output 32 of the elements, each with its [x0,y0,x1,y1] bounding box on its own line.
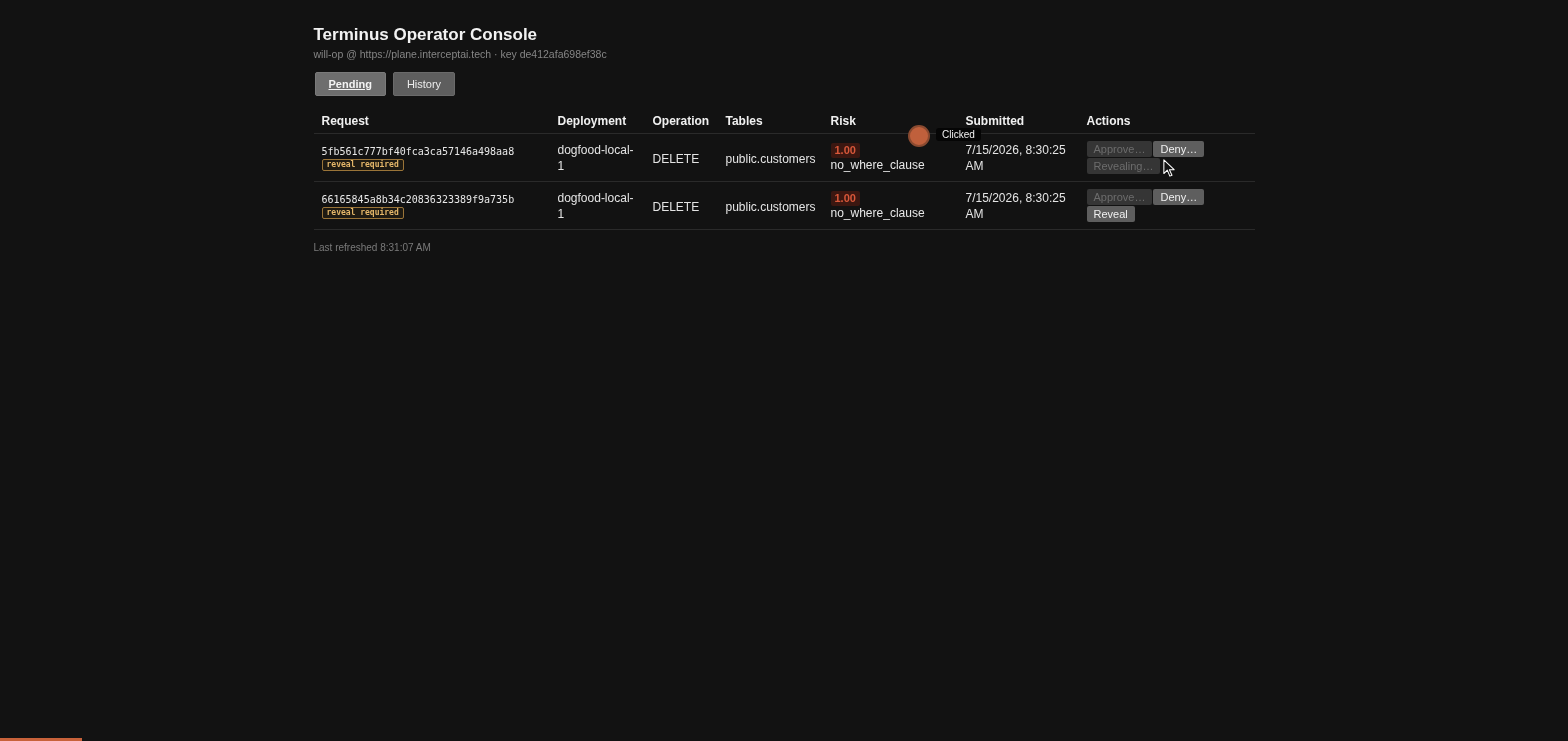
mouse-cursor-icon [1163,159,1175,177]
action-button[interactable]: Deny… [1153,141,1205,157]
risk-reason: no_where_clause [830,206,925,220]
submitted-time: 7/15/2026, 8:30:25 AM [965,189,1067,222]
column-header: Operation [644,109,718,134]
column-header: Request [313,109,550,134]
deployment-name: dogfood-local-1 [557,141,635,174]
action-button[interactable]: Deny… [1153,189,1205,205]
request-id: 66165845a8b34c20836323389f9a735b [321,192,515,206]
page-title: Terminus Operator Console [313,25,538,45]
reveal-required-badge: reveal required [321,206,404,219]
connection-info: will-op @ https://plane.interceptai.tech · key de412afa698ef38c [313,47,607,61]
reveal-required-badge: reveal required [321,158,404,171]
action-button[interactable]: Reveal [1086,206,1135,222]
column-header: Actions [1078,109,1255,134]
tab[interactable]: History [392,72,456,96]
request-id: 5fb561c777bf40fca3ca57146a498aa8 [321,144,515,158]
column-header: Tables [717,109,823,134]
operation-name: DELETE [652,151,700,166]
risk-reason: no_where_clause [830,158,925,172]
column-header: Deployment [549,109,645,134]
tab[interactable]: Pending [314,72,386,96]
click-marker-icon [908,125,930,147]
submitted-time: 7/15/2026, 8:30:25 AM [965,141,1067,174]
click-tooltip: Clicked [936,128,981,141]
risk-score-badge: 1.00 [830,143,860,158]
table-name: public.customers [725,151,816,166]
deployment-name: dogfood-local-1 [557,189,635,222]
table-name: public.customers [725,199,816,214]
operation-name: DELETE [652,199,700,214]
risk-score-badge: 1.00 [830,191,860,206]
last-refreshed-text: Last refreshed 8:31:07 AM [313,241,431,254]
